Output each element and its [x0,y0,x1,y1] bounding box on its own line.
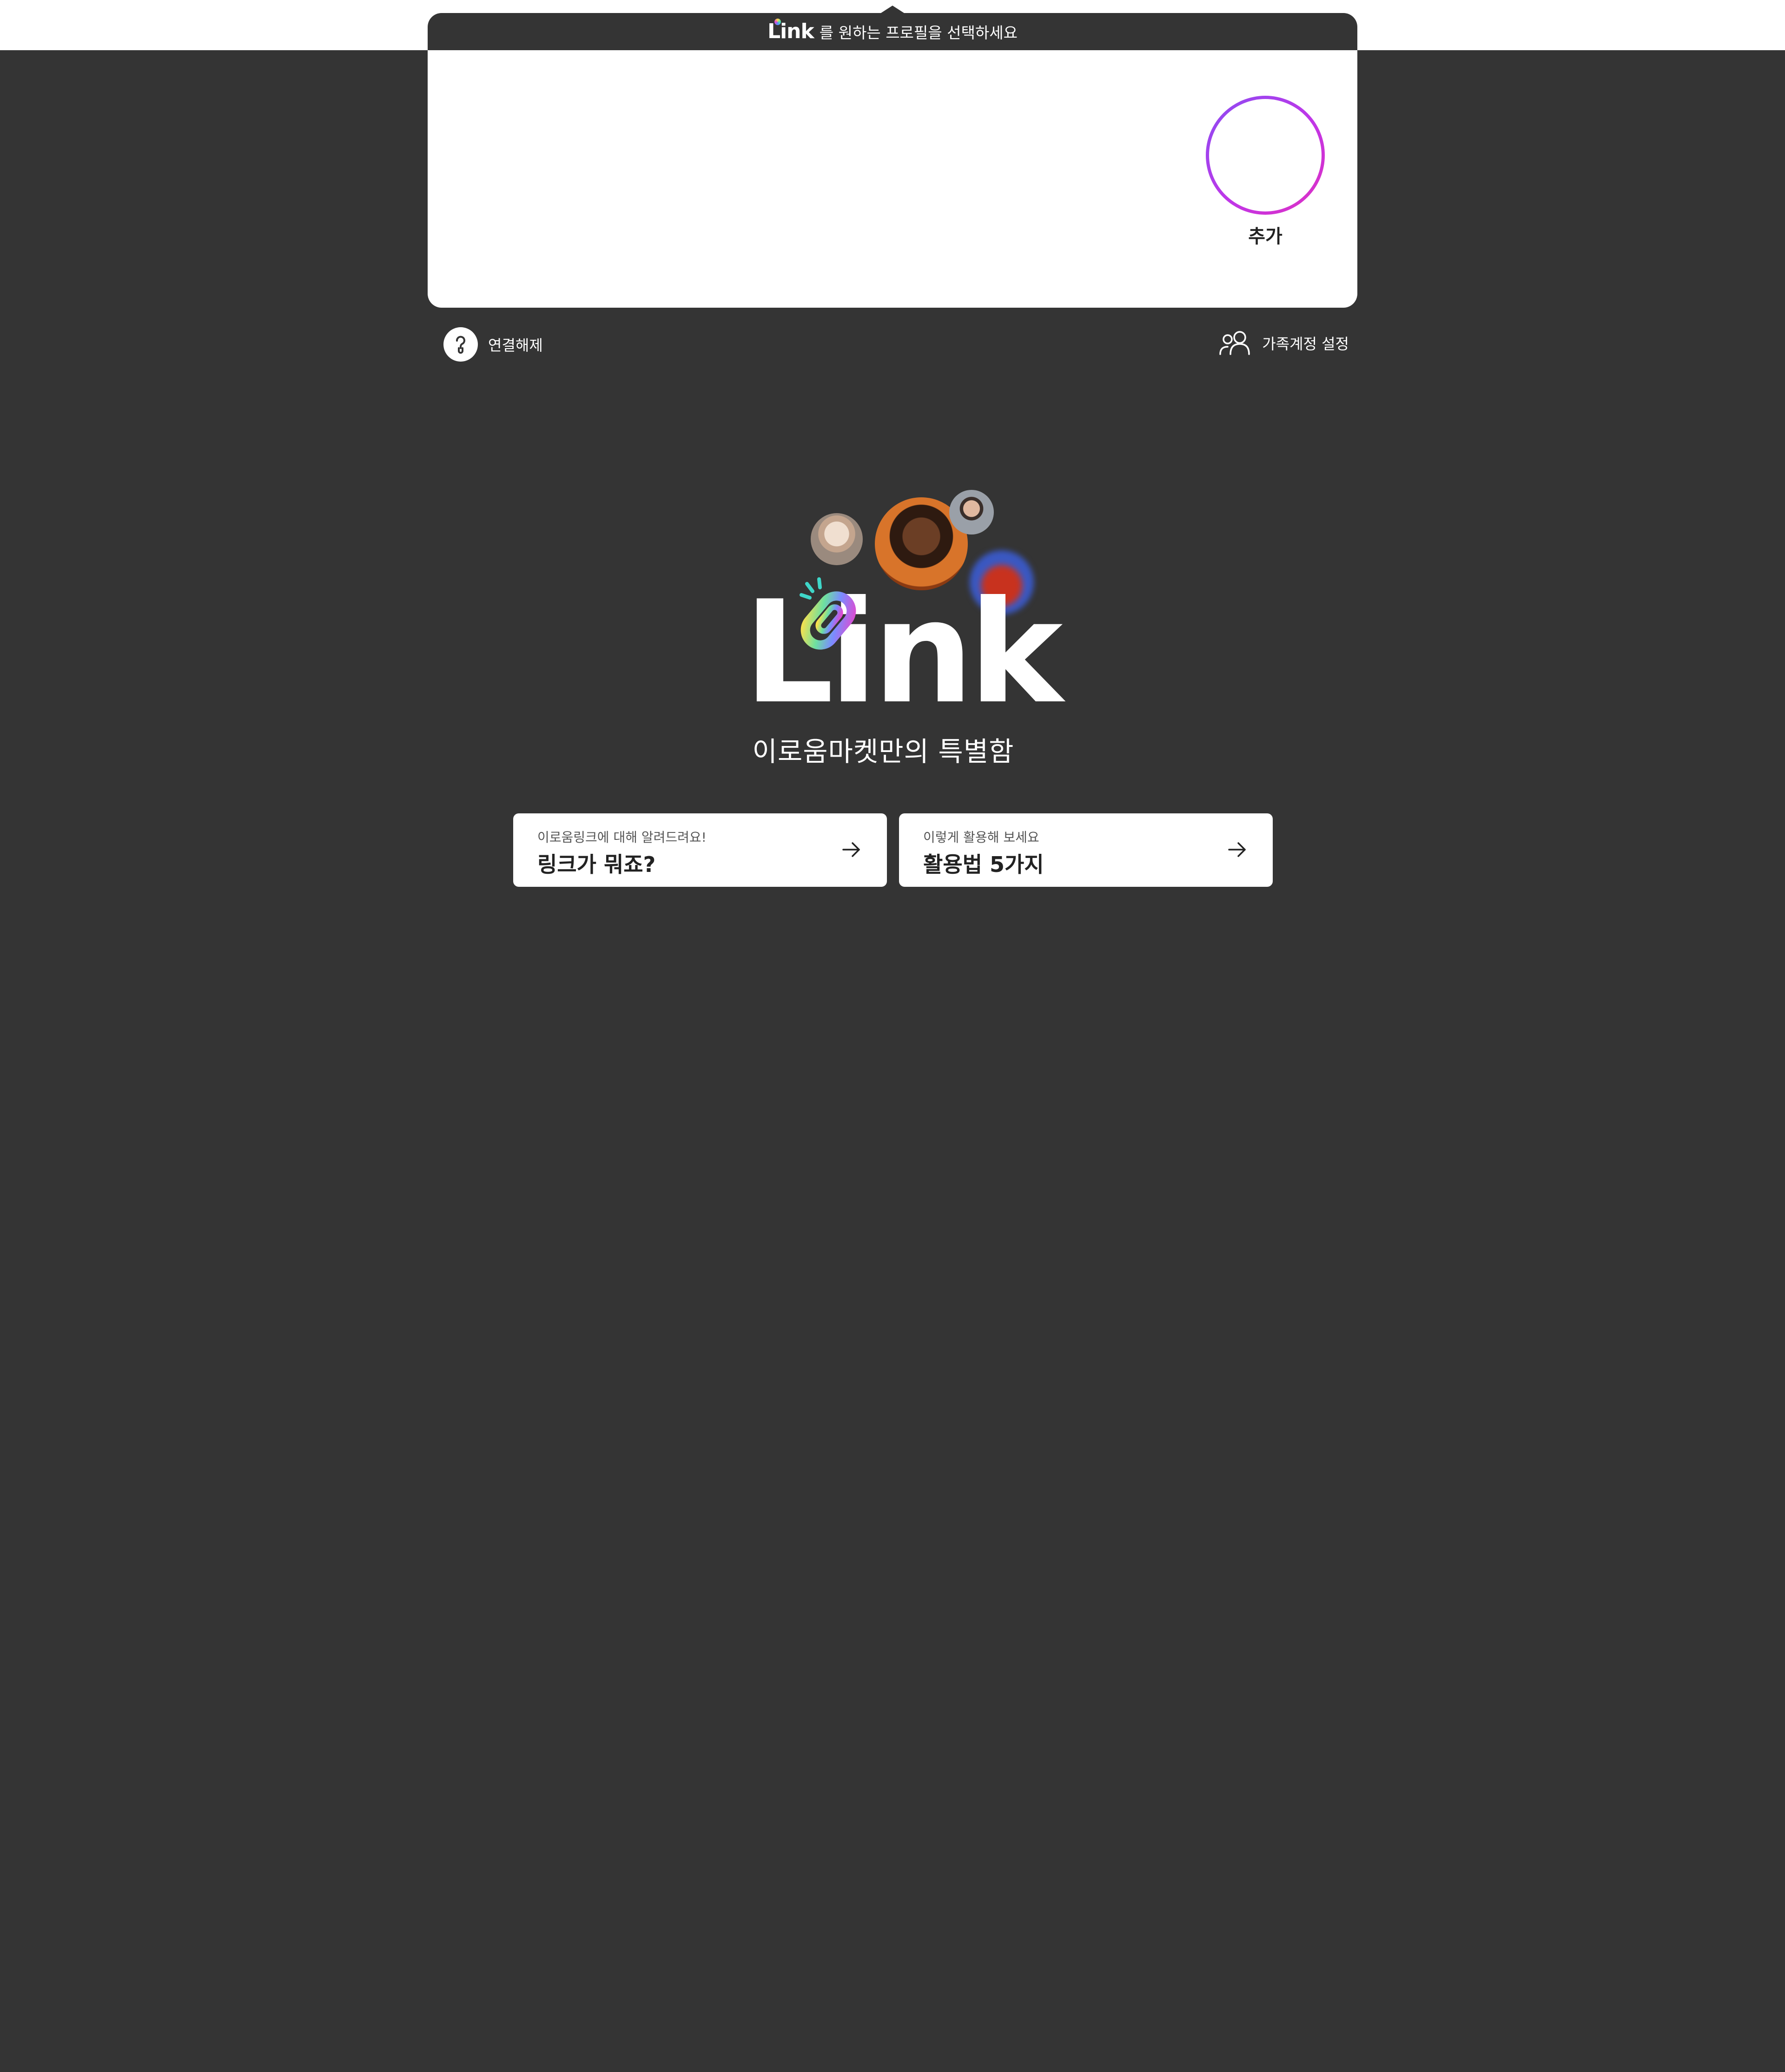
popup-header-text: 를 원하는 프로필을 선택하세요 [819,24,1018,42]
disconnect-button[interactable]: 연결해제 [443,327,543,362]
card-title: 링크가 뭐죠? [537,852,656,877]
question-link-icon [443,327,478,362]
arrow-right-icon [842,842,860,857]
family-settings-button[interactable]: 가족계정 설정 [1217,330,1349,356]
avatar-elderly-woman [811,513,863,565]
card-what-is-link[interactable]: 이로움링크에 대해 알려드려요! 링크가 뭐죠? [513,813,887,887]
link-logo-text: Link [744,570,1063,735]
logo-dot-icon [774,19,781,25]
plus-icon [1251,141,1280,170]
add-profile-button[interactable]: 추가 [1204,96,1327,248]
add-profile-label: 추가 [1248,226,1283,247]
link-logo-large: Link [744,577,1063,723]
popup-header: Link 를 원하는 프로필을 선택하세요 [428,13,1357,50]
card-subtitle: 이로움링크에 대해 알려드려요! [537,830,707,845]
link-logo-small: Link [767,19,814,43]
card-five-uses[interactable]: 이렇게 활용해 보세요 활용법 5가지 [899,813,1273,887]
add-profile-ring[interactable] [1206,96,1325,215]
info-cards: 이로움링크에 대해 알려드려요! 링크가 뭐죠? 이렇게 활용해 보세요 활용법… [513,813,1273,887]
disconnect-label: 연결해제 [488,337,543,354]
people-icon [1219,331,1250,355]
profile-select-popup: Link 를 원하는 프로필을 선택하세요 추가 [428,13,1357,308]
paperclip-icon [800,577,856,650]
card-subtitle: 이렇게 활용해 보세요 [923,830,1039,845]
avatar-man [949,490,994,534]
family-settings-label: 가족계정 설정 [1262,335,1349,353]
arrow-right-icon [1228,842,1246,857]
card-title: 활용법 5가지 [923,852,1044,877]
tagline: 이로움마켓만의 특별함 [752,736,1014,767]
